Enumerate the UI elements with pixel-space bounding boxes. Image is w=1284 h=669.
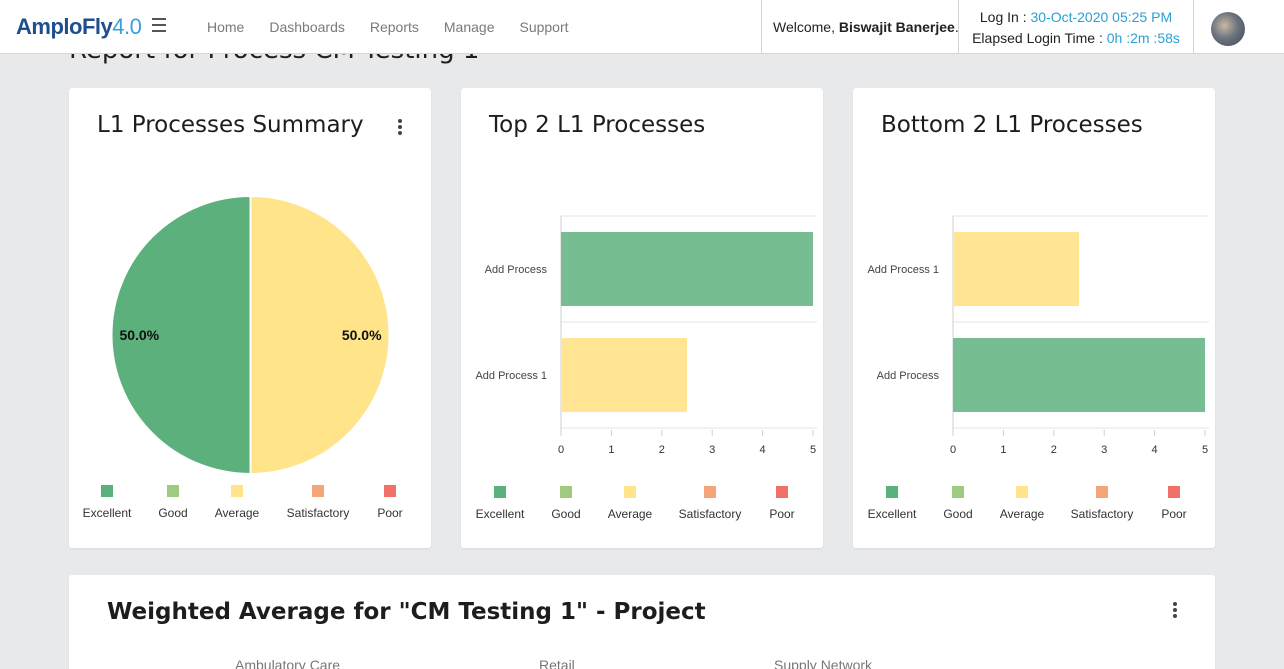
legend-swatch xyxy=(231,485,243,497)
bar[interactable] xyxy=(561,232,813,306)
bar[interactable] xyxy=(953,338,1205,412)
column-supply-network: Supply Network xyxy=(774,657,873,669)
tick-label: 1 xyxy=(608,444,614,456)
legend-label: Satisfactory xyxy=(286,506,350,520)
nav-manage[interactable]: Manage xyxy=(444,19,495,35)
login-time: 30-Oct-2020 05:25 PM xyxy=(1030,9,1173,25)
legend-swatch xyxy=(494,486,506,498)
bar[interactable] xyxy=(953,232,1079,306)
user-name: Biswajit Banerjee xyxy=(838,19,955,35)
bottom-2-bar-chart: Add Process 1 Add Process 0 1 2 3 4 5 xyxy=(867,215,1209,456)
bar-plot-area: Add Process Add Process 1 0 1 2 3 4 5 xyxy=(475,215,817,456)
main-nav: Home Dashboards Reports Manage Support xyxy=(207,19,594,35)
legend-label: Satisfactory xyxy=(678,507,742,521)
top-2-card: Top 2 L1 Processes Add Process Add Proces… xyxy=(461,88,823,548)
legend-average[interactable]: Average xyxy=(197,485,277,520)
bar-plot-area: Add Process 1 Add Process 0 1 2 3 4 5 xyxy=(867,215,1209,456)
l1-summary-card: L1 Processes Summary 50.0% 50.0% Excellen… xyxy=(69,88,431,548)
legend-swatch xyxy=(560,486,572,498)
legend-label: Poor xyxy=(1161,507,1187,521)
bar[interactable] xyxy=(561,338,687,412)
column-ambulatory-care: Ambulatory Care xyxy=(235,657,341,669)
legend-poor[interactable]: Poor xyxy=(742,486,822,521)
tick-label: 3 xyxy=(1101,444,1107,456)
legend-swatch xyxy=(312,485,324,497)
tick-label: 1 xyxy=(1000,444,1006,456)
tick-label: 2 xyxy=(659,444,665,456)
tick-label: 5 xyxy=(1202,444,1208,456)
legend-swatch xyxy=(886,486,898,498)
elapsed-time: 0h :2m :58s xyxy=(1106,30,1180,46)
legend-swatch xyxy=(167,485,179,497)
nav-home[interactable]: Home xyxy=(207,19,244,35)
legend-swatch xyxy=(776,486,788,498)
welcome-message: Welcome, Biswajit Banerjee. xyxy=(761,0,959,54)
top-2-bar-chart: Add Process Add Process 1 0 1 2 3 4 5 xyxy=(475,215,817,456)
pie-slice-label: 50.0% xyxy=(119,327,159,343)
legend-satisfactory[interactable]: Satisfactory xyxy=(278,485,358,520)
weighted-average-title: Weighted Average for "CM Testing 1" - Pr… xyxy=(107,599,706,625)
legend-label: Poor xyxy=(377,506,403,520)
pie-chart: 50.0% 50.0% xyxy=(110,194,391,476)
tick-label: 0 xyxy=(950,444,956,456)
nav-support[interactable]: Support xyxy=(519,19,568,35)
hamburger-menu-icon[interactable] xyxy=(152,18,166,32)
legend-swatch xyxy=(384,485,396,497)
legend-label: Average xyxy=(999,507,1045,521)
more-options-icon[interactable] xyxy=(1172,602,1178,618)
legend-swatch xyxy=(624,486,636,498)
login-info: Log In : 30-Oct-2020 05:25 PM Elapsed Lo… xyxy=(972,9,1180,46)
user-avatar[interactable] xyxy=(1211,12,1245,46)
category-label: Add Process xyxy=(485,264,548,276)
legend-swatch xyxy=(704,486,716,498)
legend-label: Average xyxy=(607,507,653,521)
tick-label: 4 xyxy=(1152,444,1158,456)
legend-label: Average xyxy=(214,506,260,520)
tick-label: 2 xyxy=(1051,444,1057,456)
legend-label: Satisfactory xyxy=(1070,507,1134,521)
legend-satisfactory[interactable]: Satisfactory xyxy=(1062,486,1142,521)
weighted-average-card: Weighted Average for "CM Testing 1" - Pr… xyxy=(69,575,1215,669)
app-logo[interactable]: AmploFly4.0 xyxy=(16,14,142,40)
legend-poor[interactable]: Poor xyxy=(350,485,430,520)
legend-average[interactable]: Average xyxy=(982,486,1062,521)
legend-swatch xyxy=(1096,486,1108,498)
legend-poor[interactable]: Poor xyxy=(1134,486,1214,521)
legend-swatch xyxy=(101,485,113,497)
category-label: Add Process 1 xyxy=(475,370,547,382)
tick-label: 3 xyxy=(709,444,715,456)
legend-swatch xyxy=(952,486,964,498)
bottom-2-card: Bottom 2 L1 Processes Add Process 1 Add P… xyxy=(853,88,1215,548)
tick-label: 5 xyxy=(810,444,816,456)
category-label: Add Process xyxy=(877,370,940,382)
legend-swatch xyxy=(1168,486,1180,498)
legend-swatch xyxy=(1016,486,1028,498)
nav-dashboards[interactable]: Dashboards xyxy=(269,19,345,35)
legend-average[interactable]: Average xyxy=(590,486,670,521)
category-label: Add Process 1 xyxy=(867,264,939,276)
pie-slice-label: 50.0% xyxy=(342,327,382,343)
legend-satisfactory[interactable]: Satisfactory xyxy=(670,486,750,521)
legend-label: Poor xyxy=(769,507,795,521)
tick-label: 4 xyxy=(760,444,766,456)
column-retail: Retail xyxy=(539,657,575,669)
top-navigation-bar: AmploFly4.0 Home Dashboards Reports Mana… xyxy=(0,0,1284,54)
tick-label: 0 xyxy=(558,444,564,456)
nav-reports[interactable]: Reports xyxy=(370,19,419,35)
